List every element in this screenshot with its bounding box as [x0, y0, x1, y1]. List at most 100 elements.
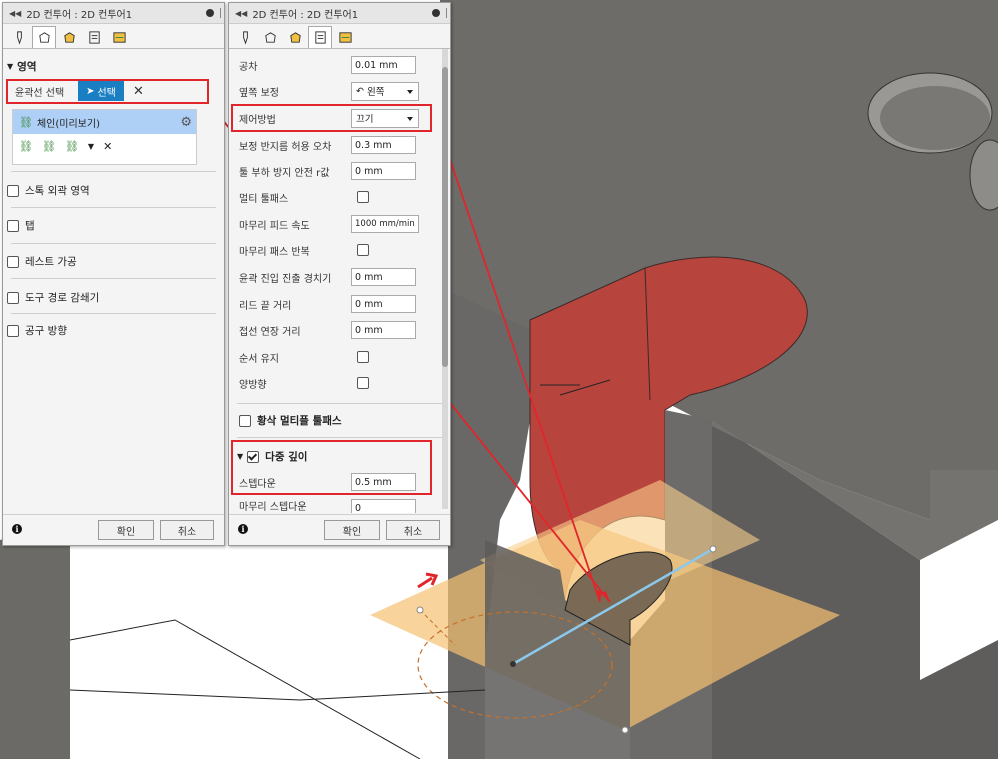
- both-ways-checkbox[interactable]: [357, 377, 369, 389]
- option-label: 탭: [25, 220, 35, 232]
- divider: [11, 243, 216, 244]
- info-icon[interactable]: i: [12, 524, 22, 534]
- lead-overlap-field[interactable]: 0 mm: [351, 268, 416, 286]
- divider: [229, 514, 450, 515]
- tab-linking[interactable]: [107, 26, 131, 48]
- option-tool-orientation[interactable]: 공구 방향: [7, 323, 220, 338]
- row-lead-end-distance: 리드 끝 거리 0 mm: [229, 292, 450, 316]
- row-label: 멀티 툴패스: [239, 193, 289, 205]
- preserve-order-checkbox[interactable]: [357, 351, 369, 363]
- row-label: 마무리 피드 속도: [239, 220, 310, 232]
- option-stock-contours[interactable]: 스톡 외곽 영역: [7, 183, 220, 198]
- option-tabs[interactable]: 탭: [7, 218, 220, 233]
- tab-passes[interactable]: [308, 26, 332, 48]
- remove-chain-icon[interactable]: ✕: [103, 140, 112, 153]
- option-rest-machining[interactable]: 레스트 가공: [7, 254, 220, 269]
- chain-options-icon[interactable]: ⛓: [65, 140, 79, 153]
- tolerance-field[interactable]: 0.01 mm: [351, 56, 416, 74]
- cancel-button[interactable]: 취소: [386, 520, 440, 540]
- finishing-stepdown-field[interactable]: 0: [351, 499, 416, 513]
- finishing-feedrate-field[interactable]: 1000 mm/min: [351, 215, 419, 233]
- radius-tolerance-field[interactable]: 0.3 mm: [351, 136, 416, 154]
- checkbox[interactable]: [7, 255, 19, 268]
- section-geometry-header[interactable]: ▼ 영역: [7, 59, 220, 74]
- multiple-passes-checkbox[interactable]: [357, 191, 369, 203]
- divider: [3, 514, 224, 515]
- row-label: 윤곽 진입 진출 경치기: [239, 273, 332, 285]
- chain-list: ⛓ 체인(미리보기) ⚙ ⛓ ⛓ ⛓ ▼ ✕: [12, 109, 197, 165]
- tab-linking[interactable]: [333, 26, 357, 48]
- info-icon[interactable]: i: [238, 524, 248, 534]
- right-panel: ◀◀ 2D 컨투어 : 2D 컨투어1 공차 0.01 mm 옆쪽 보정 ↶ 왼쪽…: [228, 2, 451, 546]
- part-left-face: [0, 520, 70, 759]
- option-roughing-passes[interactable]: 황삭 멀티플 툴패스: [239, 413, 446, 428]
- chain-toolbar: ⛓ ⛓ ⛓ ▼ ✕: [19, 140, 112, 153]
- panel-title: 2D 컨투어 : 2D 컨투어1: [26, 9, 133, 21]
- collapse-icon[interactable]: ◀◀: [9, 9, 21, 18]
- right-panel-titlebar[interactable]: ◀◀ 2D 컨투어 : 2D 컨투어1: [229, 3, 450, 24]
- add-chain-icon[interactable]: ⛓: [19, 140, 33, 153]
- row-safe-radius: 툴 부하 방지 안전 r값 0 mm: [229, 159, 450, 183]
- repeat-finishing-checkbox[interactable]: [357, 244, 369, 256]
- option-toolpath-trimming[interactable]: 도구 경로 감쇄기: [7, 290, 220, 305]
- tab-geometry[interactable]: [32, 26, 56, 48]
- tab-geometry[interactable]: [258, 26, 282, 48]
- row-label: 양방향: [239, 379, 267, 391]
- row-label: 순서 유지: [239, 353, 279, 365]
- safe-radius-field[interactable]: 0 mm: [351, 162, 416, 180]
- checkbox[interactable]: [7, 291, 19, 304]
- row-radius-tolerance: 보정 반지름 허용 오차 0.3 mm: [229, 133, 450, 157]
- row-label: 옆쪽 보정: [239, 87, 279, 99]
- settings-gear-icon[interactable]: ⚙: [180, 115, 192, 130]
- divider: [237, 437, 442, 438]
- grip-icon[interactable]: [446, 8, 447, 18]
- checkbox[interactable]: [7, 219, 19, 232]
- side-compensation-dropdown[interactable]: ↶ 왼쪽: [351, 81, 419, 101]
- section-geometry-label: 영역: [17, 61, 37, 73]
- row-label: 공차: [239, 61, 258, 73]
- dropdown-icon[interactable]: ▼: [88, 142, 94, 151]
- checkbox[interactable]: [239, 414, 251, 427]
- divider: [11, 171, 216, 172]
- pin-icon[interactable]: [206, 9, 214, 17]
- edit-chain-icon[interactable]: ⛓: [42, 140, 56, 153]
- row-multiple-passes: 멀티 툴패스: [229, 185, 450, 209]
- checkbox[interactable]: [7, 184, 19, 197]
- row-label: 접선 연장 거리: [239, 326, 301, 338]
- cancel-button[interactable]: 취소: [160, 520, 214, 540]
- tab-tool[interactable]: [7, 26, 31, 48]
- expand-icon: ▼: [7, 62, 14, 71]
- row-preserve-order: 순서 유지: [229, 345, 450, 369]
- option-label: 도구 경로 감쇄기: [25, 292, 100, 304]
- tab-heights[interactable]: [283, 26, 307, 48]
- pin-icon[interactable]: [432, 9, 440, 17]
- collapse-icon[interactable]: ◀◀: [235, 9, 247, 18]
- option-label: 황삭 멀티플 툴패스: [257, 415, 342, 427]
- tangential-extension-field[interactable]: 0 mm: [351, 321, 416, 339]
- row-side-compensation: 옆쪽 보정 ↶ 왼쪽: [229, 79, 450, 103]
- left-tabs: [3, 24, 224, 49]
- tab-passes[interactable]: [82, 26, 106, 48]
- dropdown-value: 왼쪽: [366, 87, 385, 98]
- option-label: 스톡 외곽 영역: [25, 185, 90, 197]
- lead-end-distance-field[interactable]: 0 mm: [351, 295, 416, 313]
- checkbox[interactable]: [7, 324, 19, 337]
- ok-button[interactable]: 확인: [324, 520, 380, 540]
- row-finishing-stepdown: 마무리 스텝다운 0: [229, 497, 450, 513]
- tab-tool[interactable]: [233, 26, 257, 48]
- tab-heights[interactable]: [57, 26, 81, 48]
- left-panel-titlebar[interactable]: ◀◀ 2D 컨투어 : 2D 컨투어1: [3, 3, 224, 24]
- row-label: 리드 끝 거리: [239, 300, 292, 312]
- ok-button[interactable]: 확인: [98, 520, 154, 540]
- highlight-box-multidepth: [231, 440, 432, 495]
- divider: [237, 403, 442, 404]
- row-label: 마무리 스텝다운: [239, 501, 307, 513]
- chain-item[interactable]: ⛓ 체인(미리보기) ⚙: [13, 110, 196, 134]
- grip-icon[interactable]: [220, 8, 221, 18]
- hole-1-inner: [880, 86, 990, 150]
- left-panel: ◀◀ 2D 컨투어 : 2D 컨투어1 ▼ 영역 윤곽선 선택 ➤ 선택 ✕ ⛓ …: [2, 2, 225, 546]
- chain-icon: ⛓: [19, 115, 33, 129]
- row-both-ways: 양방향: [229, 371, 450, 395]
- right-tabs: [229, 24, 450, 49]
- highlight-box-compensation: [231, 104, 432, 132]
